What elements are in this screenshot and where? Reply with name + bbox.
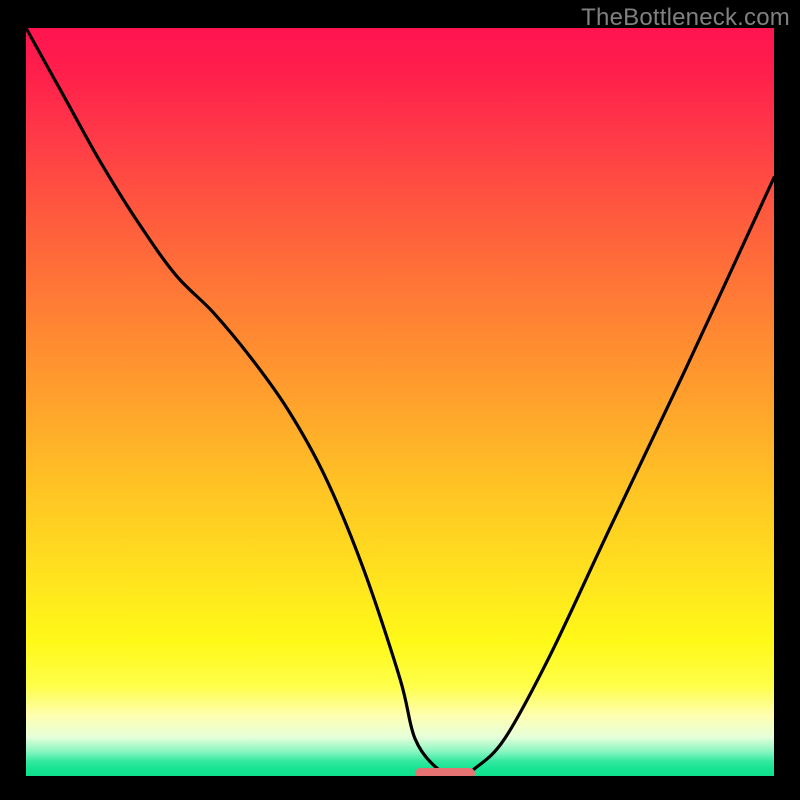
optimal-range-marker: [415, 768, 475, 776]
watermark-text: TheBottleneck.com: [581, 4, 790, 32]
curve-path: [26, 28, 774, 776]
chart-frame: TheBottleneck.com: [0, 0, 800, 800]
bottleneck-curve: [26, 28, 774, 776]
plot-area: [26, 28, 774, 776]
